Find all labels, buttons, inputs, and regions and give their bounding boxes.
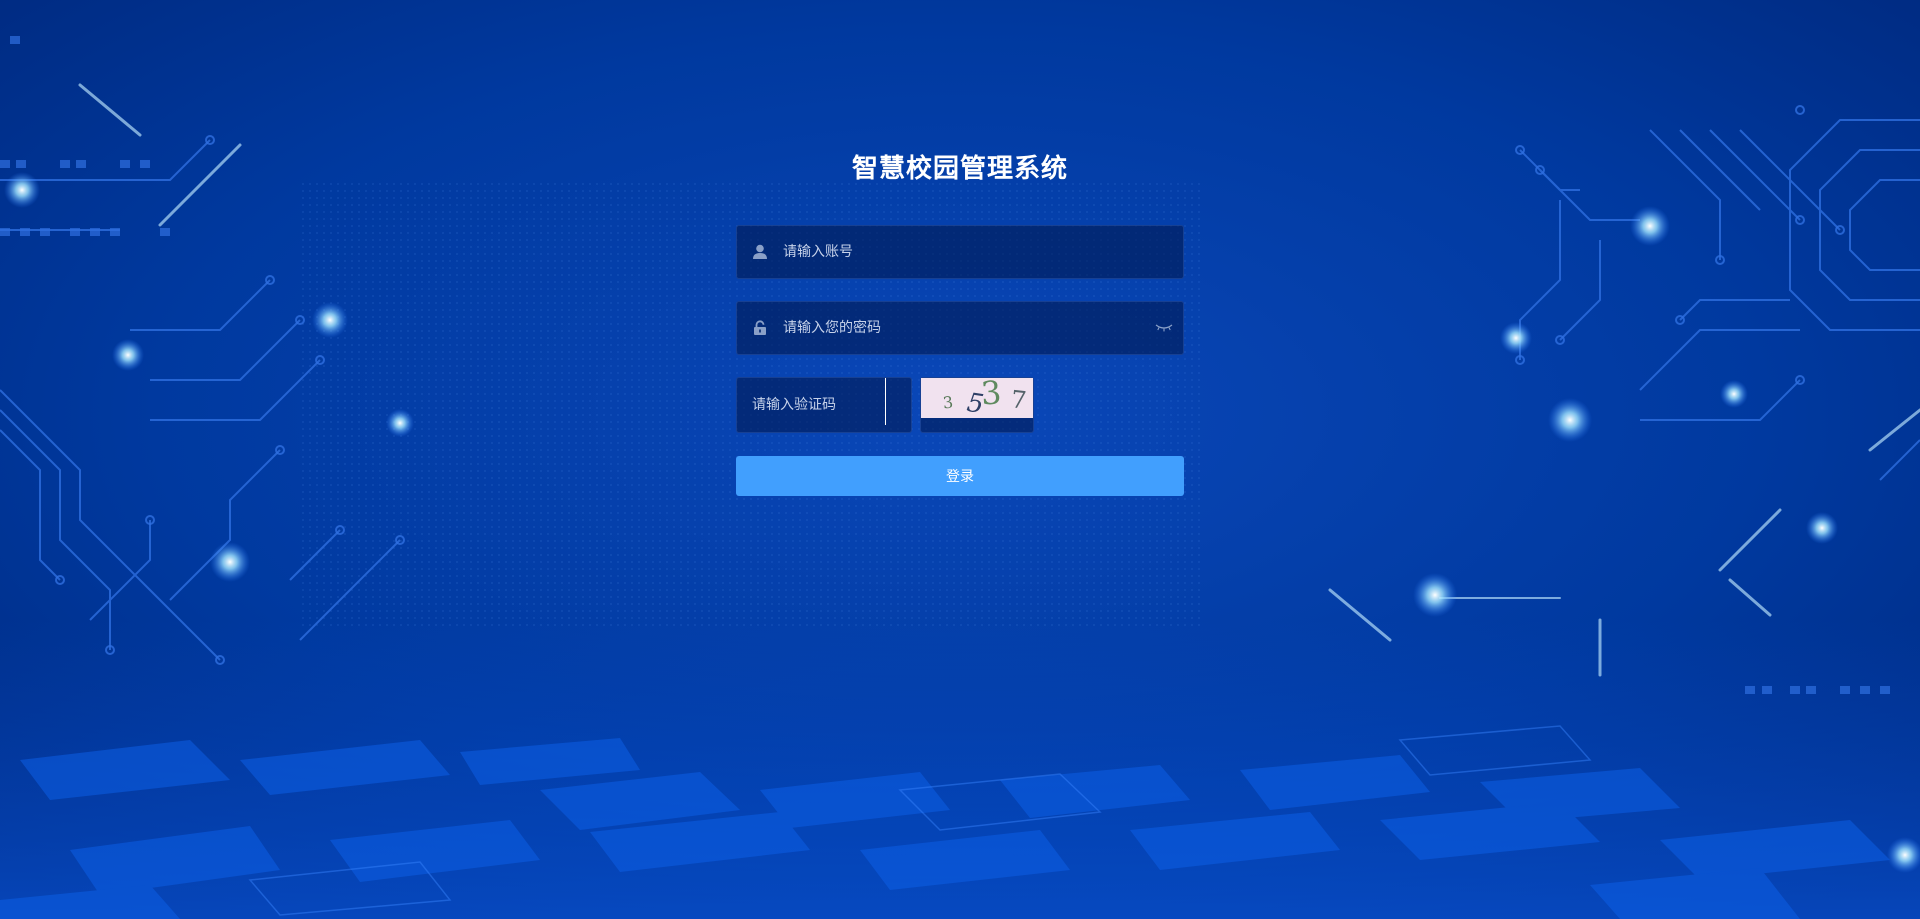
captcha-box: 3 5 3 7 [920, 377, 1034, 433]
captcha-image[interactable]: 3 5 3 7 [921, 378, 1033, 418]
account-field [736, 225, 1184, 279]
account-input[interactable] [783, 226, 1143, 278]
login-button[interactable]: 登录 [736, 456, 1184, 496]
captcha-input[interactable] [752, 378, 882, 432]
password-field [736, 301, 1184, 355]
page-title: 智慧校园管理系统 [851, 154, 1068, 184]
captcha-char: 3 [941, 392, 955, 413]
password-input[interactable] [783, 302, 1143, 354]
user-icon [753, 244, 767, 259]
lock-icon [754, 320, 766, 335]
captcha-char: 7 [1009, 385, 1028, 415]
login-panel: 智慧校园管理系统 3 5 3 [736, 150, 1184, 496]
eye-closed-icon[interactable] [1155, 320, 1173, 334]
captcha-char: 3 [979, 378, 1003, 413]
text-caret [885, 378, 886, 425]
captcha-row: 3 5 3 7 [736, 377, 1184, 433]
captcha-field [736, 377, 912, 433]
